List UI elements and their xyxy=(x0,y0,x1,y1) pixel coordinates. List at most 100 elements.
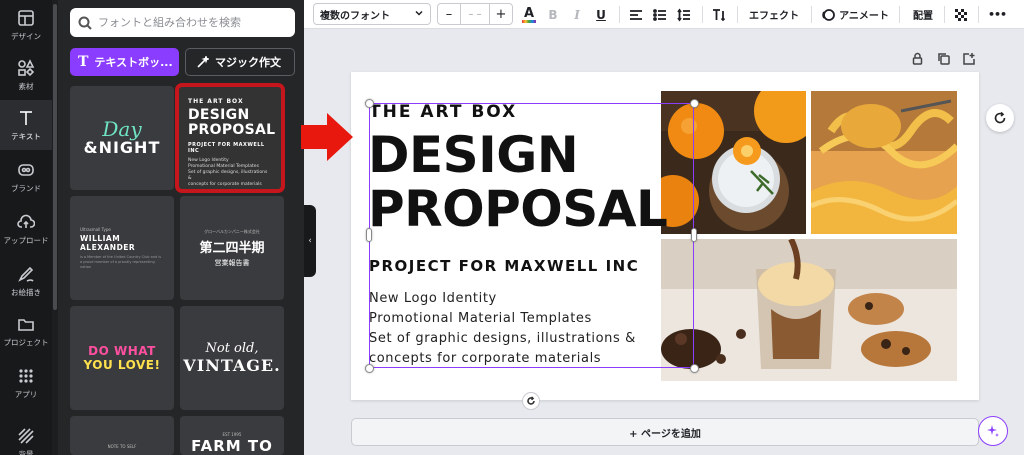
vertical-text-button[interactable] xyxy=(710,0,728,29)
body-line: New Logo Identity xyxy=(369,291,497,306)
transparency-button[interactable] xyxy=(952,0,970,29)
text-color-button[interactable]: A xyxy=(519,0,539,29)
spacing-button[interactable] xyxy=(676,0,692,29)
rotate-handle[interactable] xyxy=(522,392,540,410)
font-size-input[interactable] xyxy=(460,4,490,24)
template-text: is a Member of the United Country Club a… xyxy=(80,254,162,269)
photo-dessert[interactable] xyxy=(661,239,957,381)
resize-handle-left[interactable] xyxy=(366,228,372,242)
italic-button[interactable]: I xyxy=(570,0,584,29)
template-text: Set of graphic designs, illustrations & xyxy=(188,170,268,181)
increase-size-button[interactable]: + xyxy=(490,7,512,22)
brand-icon xyxy=(18,163,34,176)
bold-button[interactable]: B xyxy=(546,0,560,29)
rail-label: アップロード xyxy=(3,235,49,245)
template-note-to-self[interactable]: NOTE TO SELF xyxy=(70,416,174,455)
panel-scrollbar[interactable] xyxy=(52,0,58,455)
add-text-box-button[interactable]: T テキストボッ... xyxy=(70,48,179,76)
rail-item-projects[interactable]: プロジェクト xyxy=(0,306,52,356)
font-search-box[interactable] xyxy=(70,8,295,37)
design-title[interactable]: DESIGN PROPOSAL xyxy=(368,126,668,238)
line-spacing-icon xyxy=(677,8,690,21)
design-title-line: PROPOSAL xyxy=(368,180,668,238)
resize-handle-right[interactable] xyxy=(691,228,697,242)
chevron-down-icon xyxy=(415,10,423,16)
animate-button[interactable]: アニメート xyxy=(820,0,890,29)
bullet-list-icon xyxy=(653,8,666,21)
font-family-dropdown[interactable]: 複数のフォント xyxy=(313,3,431,25)
layout-icon xyxy=(18,9,34,26)
effects-button[interactable]: エフェクト xyxy=(746,0,802,29)
font-search-input[interactable] xyxy=(98,16,288,29)
resize-handle-top-left[interactable] xyxy=(365,99,374,108)
template-text: &NIGHT xyxy=(83,138,161,157)
template-text: concepts for corporate materials xyxy=(188,182,262,187)
duplicate-icon xyxy=(938,53,950,65)
template-day-night[interactable]: Day &NIGHT xyxy=(70,86,174,190)
template-text: DESIGN xyxy=(188,107,250,123)
template-text: 営業報告書 xyxy=(214,258,250,267)
photo-orange-drink[interactable] xyxy=(661,91,806,234)
toolbar-divider xyxy=(737,6,738,23)
add-page-above-button[interactable] xyxy=(962,50,976,65)
resize-handle-top-right[interactable] xyxy=(690,99,699,108)
rail-label: デザイン xyxy=(11,31,41,41)
rail-label: お絵描き xyxy=(11,287,41,297)
resize-handle-bottom-right[interactable] xyxy=(690,364,699,373)
font-size-stepper: – + xyxy=(437,3,513,25)
draw-icon xyxy=(18,266,34,282)
add-page-icon xyxy=(963,53,975,65)
template-text: Not old, xyxy=(205,341,259,356)
template-text: DO WHAT xyxy=(88,344,156,358)
add-page-button[interactable]: + ページを追加 xyxy=(351,418,979,446)
underline-button[interactable]: U xyxy=(594,0,608,29)
design-body-text[interactable]: New Logo Identity Promotional Material T… xyxy=(369,289,636,369)
rail-label: 背景 xyxy=(18,449,34,455)
template-do-what-you-love[interactable]: DO WHAT YOU LOVE! xyxy=(70,306,174,410)
align-button[interactable] xyxy=(628,0,644,29)
lock-page-button[interactable] xyxy=(911,50,925,65)
more-options-button[interactable]: ••• xyxy=(986,0,1008,29)
rail-label: ブランド xyxy=(11,183,41,193)
template-farm-to[interactable]: EST 1995 FARM TO xyxy=(180,416,284,455)
rail-item-brand[interactable]: ブランド xyxy=(0,152,52,202)
template-text: 第二四半期 xyxy=(199,240,265,256)
refresh-side-button[interactable] xyxy=(986,104,1014,132)
animate-icon xyxy=(822,8,835,21)
refresh-icon xyxy=(994,111,1006,124)
text-color-icon: A xyxy=(523,5,535,21)
rail-item-background[interactable]: 背景 xyxy=(0,418,52,455)
rail-item-design[interactable]: デザイン xyxy=(0,0,52,50)
design-subtitle[interactable]: THE ART BOX xyxy=(369,102,517,122)
toolbar-divider xyxy=(811,6,812,23)
duplicate-page-button[interactable] xyxy=(937,50,951,65)
magic-write-label: マジック作文 xyxy=(215,56,281,69)
rail-item-elements[interactable]: 素材 xyxy=(0,50,52,100)
template-quarterly-report[interactable]: グローバルカンパニー株式会社 第二四半期 営業報告書 xyxy=(180,196,284,300)
template-design-proposal[interactable]: THE ART BOX DESIGN PROPOSAL PROJECT FOR … xyxy=(175,83,285,193)
rail-item-upload[interactable]: アップロード xyxy=(0,204,52,254)
resize-handle-bottom-left[interactable] xyxy=(365,364,374,373)
list-button[interactable] xyxy=(652,0,668,29)
rail-item-apps[interactable]: アプリ xyxy=(0,358,52,408)
red-arrow-annotation xyxy=(301,113,353,161)
collapse-panel-handle[interactable]: ‹ xyxy=(304,205,316,277)
search-icon xyxy=(78,16,92,30)
decrease-size-button[interactable]: – xyxy=(438,7,460,22)
template-william-alexander[interactable]: Ultrasmall Type WILLIAM ALEXANDER is a M… xyxy=(70,196,174,300)
position-button[interactable]: 配置 xyxy=(908,0,938,29)
rail-item-draw[interactable]: お絵描き xyxy=(0,256,52,306)
animate-label: アニメート xyxy=(839,11,889,22)
template-text: NOTE TO SELF xyxy=(107,444,137,449)
template-vintage[interactable]: Not old, VINTAGE. xyxy=(180,306,284,410)
color-swatch-bar xyxy=(522,19,536,23)
body-line: Set of graphic designs, illustrations & xyxy=(369,331,636,346)
magic-assistant-button[interactable] xyxy=(978,416,1008,446)
rail-label: テキスト xyxy=(11,131,41,141)
design-title-line: DESIGN xyxy=(368,126,579,184)
magic-write-button[interactable]: マジック作文 xyxy=(185,48,295,76)
photo-pasta[interactable] xyxy=(811,91,957,234)
folder-icon xyxy=(18,318,34,331)
design-project-heading[interactable]: PROJECT FOR MAXWELL INC xyxy=(369,257,639,275)
rail-item-text[interactable]: テキスト xyxy=(0,100,52,150)
